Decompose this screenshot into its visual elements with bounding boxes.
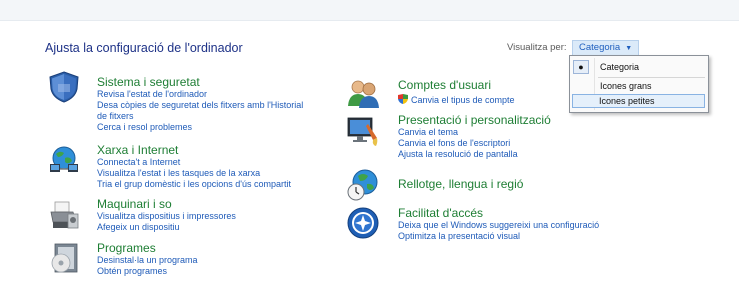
menu-item-large-icons-label: Icones grans: [600, 81, 652, 91]
uac-shield-icon: [398, 94, 408, 104]
ease-of-access-icon: [347, 207, 379, 239]
appearance-title[interactable]: Presentació i personalització: [398, 113, 551, 127]
appearance-link-background[interactable]: Canvia el fons de l'escriptori: [398, 138, 551, 149]
menu-item-small-icons[interactable]: Icones petites: [572, 94, 705, 108]
accounts-link-type-label: Canvia el tipus de compte: [411, 95, 515, 105]
checked-bullet-icon: ●: [573, 60, 589, 74]
menu-item-small-icons-label: Icones petites: [599, 96, 655, 106]
chevron-down-icon: ▼: [625, 45, 633, 52]
view-by-label: Visualitza per:: [507, 42, 567, 53]
accounts-link-type[interactable]: Canvia el tipus de compte: [398, 94, 515, 106]
users-icon: [348, 80, 379, 108]
hardware-title[interactable]: Maquinari i so: [97, 197, 236, 211]
accounts-title[interactable]: Comptes d'usuari: [398, 78, 515, 92]
clock-globe-icon: [347, 169, 378, 201]
category-network: Xarxa i Internet Connecta't a Internet V…: [97, 143, 291, 190]
printer-icon: [50, 201, 79, 229]
network-globe-icon: [50, 146, 78, 172]
security-link-troubleshoot[interactable]: Cerca i resol problemes: [97, 122, 303, 133]
appearance-link-resolution[interactable]: Ajusta la resolució de pantalla: [398, 149, 551, 160]
menu-separator: [598, 77, 705, 78]
network-link-status[interactable]: Visualitza l'estat i les tasques de la x…: [97, 168, 291, 179]
network-link-homegroup[interactable]: Tria el grup domèstic i les opcions d'ús…: [97, 179, 291, 190]
network-title[interactable]: Xarxa i Internet: [97, 143, 291, 157]
top-bar: [0, 0, 739, 21]
category-accounts: Comptes d'usuari Canvia el tipus de comp…: [398, 78, 515, 106]
programs-link-uninstall[interactable]: Desinstal·la un programa: [97, 255, 198, 266]
appearance-link-theme[interactable]: Canvia el tema: [398, 127, 551, 138]
hardware-link-add[interactable]: Afegeix un dispositiu: [97, 222, 236, 233]
category-hardware: Maquinari i so Visualitza dispositius i …: [97, 197, 236, 233]
menu-item-category-label: Categoria: [600, 62, 640, 72]
menu-item-category[interactable]: ● Categoria: [570, 60, 708, 74]
network-link-connect[interactable]: Connecta't a Internet: [97, 157, 291, 168]
category-appearance: Presentació i personalització Canvia el …: [398, 113, 551, 160]
page-title: Ajusta la configuració de l'ordinador: [45, 41, 243, 55]
category-programs: Programes Desinstal·la un programa Obtén…: [97, 241, 198, 277]
ease-title[interactable]: Facilitat d'accés: [398, 206, 599, 220]
security-link-backup-cont[interactable]: de fitxers: [97, 111, 303, 122]
view-by-value: Categoria: [579, 42, 621, 53]
hardware-link-devices[interactable]: Visualitza dispositius i impressores: [97, 211, 236, 222]
security-link-status[interactable]: Revisa l'estat de l'ordinador: [97, 89, 303, 100]
shield-icon: [49, 71, 79, 103]
category-clock: Rellotge, llengua i regió: [398, 177, 523, 191]
view-by-dropdown[interactable]: Categoria ▼: [572, 40, 640, 56]
programs-title[interactable]: Programes: [97, 241, 198, 255]
menu-item-large-icons[interactable]: Icones grans: [570, 79, 708, 93]
security-title[interactable]: Sistema i seguretat: [97, 75, 303, 89]
category-ease: Facilitat d'accés Deixa que el Windows s…: [398, 206, 599, 242]
ease-link-visual[interactable]: Optimitza la presentació visual: [398, 231, 599, 242]
clock-title[interactable]: Rellotge, llengua i regió: [398, 177, 523, 191]
programs-icon: [51, 243, 78, 273]
programs-link-get[interactable]: Obtén programes: [97, 266, 198, 277]
monitor-paint-icon: [347, 117, 378, 146]
security-link-backup[interactable]: Desa còpies de seguretat dels fitxers am…: [97, 100, 303, 111]
category-security: Sistema i seguretat Revisa l'estat de l'…: [97, 75, 303, 133]
ease-link-suggest[interactable]: Deixa que el Windows suggereixi una conf…: [398, 220, 599, 231]
view-by-menu: ● Categoria Icones grans Icones petites: [569, 55, 709, 113]
